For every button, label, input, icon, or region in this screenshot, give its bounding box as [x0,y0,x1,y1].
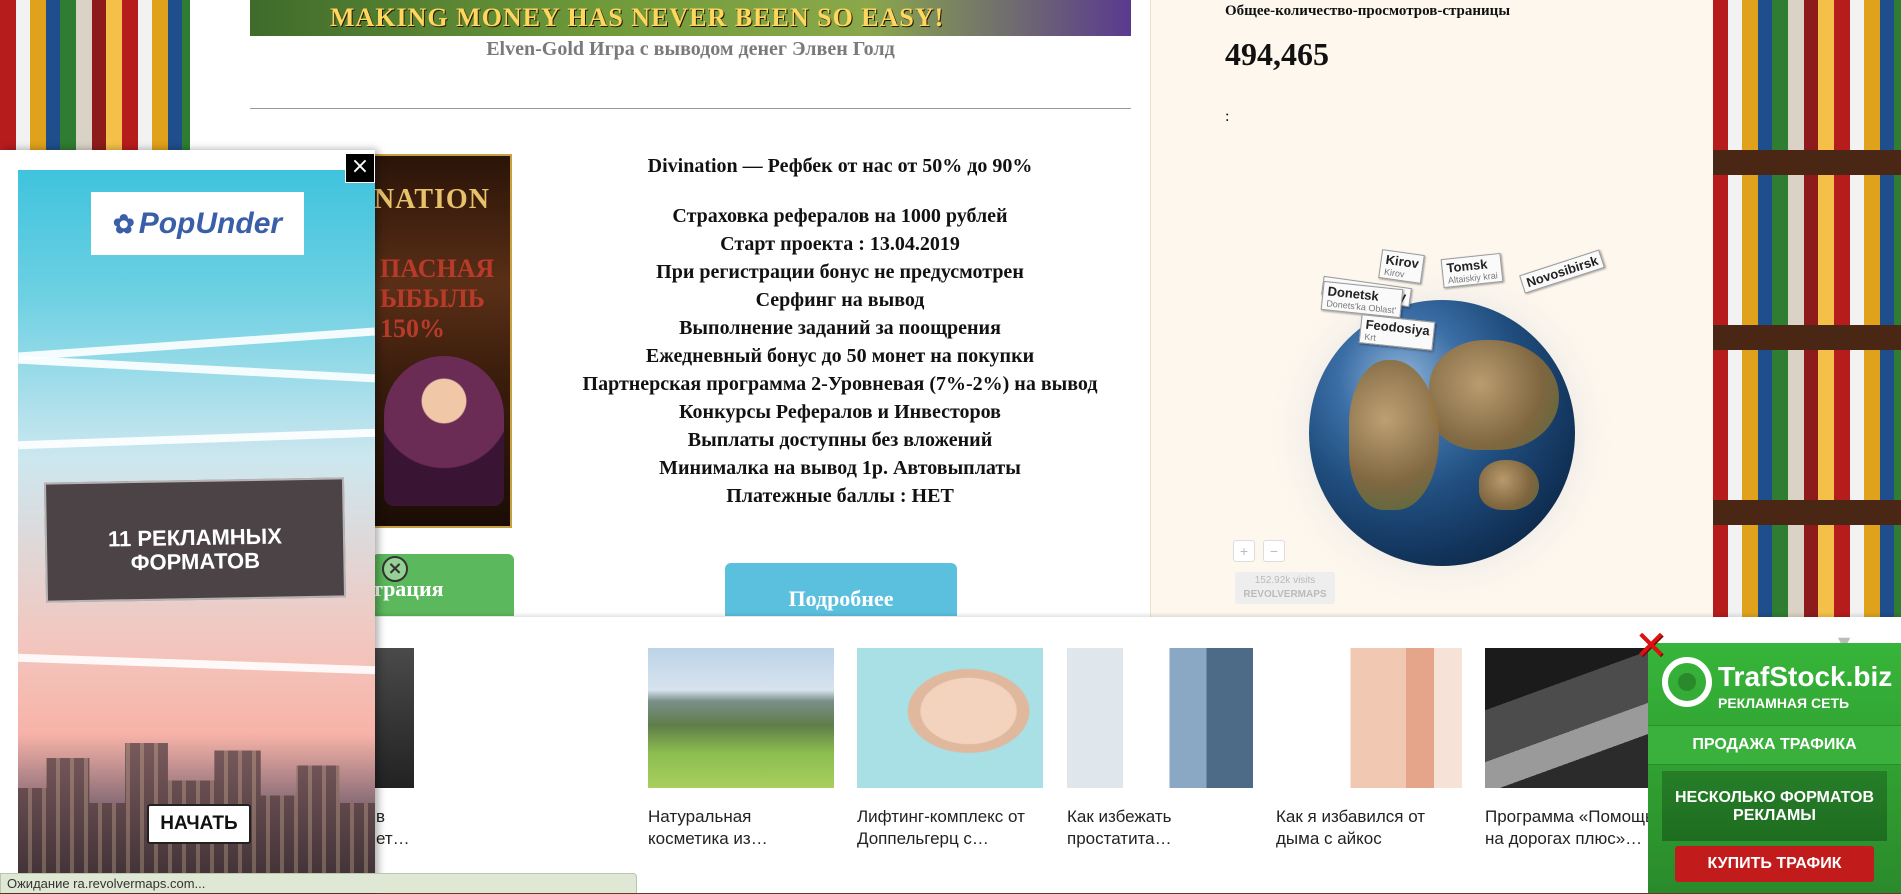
globe-land-africa-europe [1349,360,1439,510]
feature-item: При регистрации бонус не предусмотрен [656,261,1024,283]
feature-item: Минималка на вывод 1р. Автовыплаты [659,457,1021,479]
ad-card-image [648,648,834,788]
trafstock-network: РЕКЛАМНАЯ СЕТЬ [1718,695,1850,711]
visits-count: 152.92k visits [1254,575,1316,586]
game-banner-image[interactable]: NATION ПАСНАЯ ЫБЫЛЬ 150% [372,154,512,528]
close-circle-icon[interactable]: × [382,556,408,582]
revolvermaps-globe[interactable] [1309,300,1575,566]
feature-item: Платежные баллы : НЕТ [726,485,954,507]
feature-item: Старт проекта : 13.04.2019 [720,233,960,255]
game-banner-figure [384,356,504,506]
feature-item: Серфинг на вывод [755,289,925,311]
browser-status-bar: Ожидание ra.revolvermaps.com... [0,873,637,893]
ad-card-text: Как избежать простатита… [1067,807,1172,848]
page-views-label: Общее-количество-просмотров-страницы [1225,3,1511,19]
register-button[interactable]: × трация [372,554,514,616]
ad-card[interactable]: Как избежать простатита… [1067,648,1253,850]
ad-card-text: Натуральная косметика из… [648,807,768,848]
popunder-headline: 11 РЕКЛАМНЫХ ФОРМАТОВ [43,477,347,603]
trafstock-sale: ПРОДАЖА ТРАФИКА [1648,725,1901,765]
ad-card-text: Программа «Помощь на дорогах плюс»… [1485,807,1654,848]
trafstock-ad[interactable]: TrafStock.biz РЕКЛАМНАЯ СЕТЬ ПРОДАЖА ТРА… [1648,643,1901,893]
globe-land-asia [1429,340,1559,450]
feature-item: Партнерская программа 2-Уровневая (7%-2%… [582,373,1098,395]
feature-list: Страховка рефералов на 1000 рублей Старт … [560,202,1120,510]
feature-item: Конкурсы Рефералов и Инвесторов [679,401,1001,423]
ad-card-image [857,648,1043,788]
popunder-logo-text: PopUnder [138,207,283,240]
trafstock-name: TrafStock.biz [1718,661,1893,692]
feature-item: Выплаты доступны без вложений [687,429,993,451]
game-banner-title: NATION [374,184,490,215]
close-icon[interactable]: × [345,153,375,183]
ad-card[interactable]: Лифтинг-комплекс от Доппельгерц с… [857,648,1043,850]
rabbit-icon: ✿ [112,209,135,239]
popunder-start-button[interactable]: НАЧАТЬ [147,804,251,844]
map-zoom-in-button[interactable]: + [1233,540,1255,562]
close-icon[interactable]: ✕ [1633,626,1669,666]
top-banner[interactable]: MAKING MONEY HAS NEVER BEEN SO EASY! [250,0,1131,36]
ad-card-image [1067,648,1253,788]
divider [250,108,1131,109]
ad-card-image [1276,648,1462,788]
refresh-icon [1662,657,1712,707]
trafstock-formats: НЕСКОЛЬКО ФОРМАТОВ РЕКЛАМЫ [1662,771,1887,841]
page-views-count: 494,465 [1225,36,1329,72]
promo-line-2: ЫБЫЛЬ [380,284,485,313]
ad-card[interactable]: Натуральная косметика из… [648,648,834,850]
game-banner-promo: ПАСНАЯ ЫБЫЛЬ 150% [380,254,494,344]
ad-card[interactable]: Программа «Помощь на дорогах плюс»… [1485,648,1671,850]
feature-item: Выполнение заданий за поощрения [679,317,1001,339]
map-tag-kirov[interactable]: Kirov Kirov [1378,249,1426,284]
ad-card-text: Как я избавился от дыма с айкос [1276,807,1426,848]
promo-line-1: ПАСНАЯ [380,254,495,283]
feature-item: Ежедневный бонус до 50 монет на покупки [645,345,1035,367]
promo-line-3: 150% [380,314,445,343]
popunder-logo: ✿ PopUnder [91,192,304,255]
popunder-ad[interactable]: ✿ PopUnder 11 РЕКЛАМНЫХ ФОРМАТОВ [0,150,375,893]
post-caption: Elven-Gold Игра с выводом денег Элвен Го… [486,38,895,60]
ad-card-text: Лифтинг-комплекс от Доппельгерц с… [857,807,1025,848]
globe-land-australia [1479,460,1539,510]
feature-item: Страховка рефералов на 1000 рублей [672,205,1008,227]
page-views-extra: : [1225,108,1230,125]
trafstock-buy-button[interactable]: КУПИТЬ ТРАФИК [1675,846,1874,882]
register-button-label: трация [372,576,444,601]
revolvermaps-stats[interactable]: 152.92k visits REVOLVERMAPS [1235,572,1335,604]
ad-card-image [1485,648,1671,788]
map-zoom-out-button[interactable]: − [1263,540,1285,562]
revolvermaps-label: REVOLVERMAPS [1243,589,1327,600]
ad-card[interactable]: Как я избавился от дыма с айкос [1276,648,1462,850]
more-button[interactable]: Подробнее [725,563,957,616]
project-title: Divination — Рефбек от нас от 50% до 90% [647,155,1033,177]
